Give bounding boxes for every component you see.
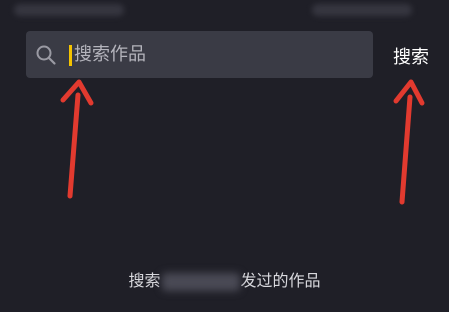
hint-blurred-name: [161, 272, 240, 291]
status-bar-right-blurred: [312, 4, 412, 16]
arrow-up-icon: [60, 79, 94, 199]
hint-prefix: 搜索: [128, 271, 161, 290]
status-bar: [0, 0, 449, 22]
status-bar-left-blurred: [14, 4, 124, 16]
search-input[interactable]: [74, 40, 364, 69]
search-icon: [36, 45, 56, 65]
arrow-up-icon: [393, 79, 425, 205]
hint-suffix: 发过的作品: [240, 271, 321, 290]
search-box[interactable]: [26, 31, 373, 78]
text-caret: [69, 45, 72, 66]
empty-state-hint: 搜索 发过的作品: [0, 267, 449, 291]
search-button[interactable]: 搜索: [393, 43, 429, 69]
